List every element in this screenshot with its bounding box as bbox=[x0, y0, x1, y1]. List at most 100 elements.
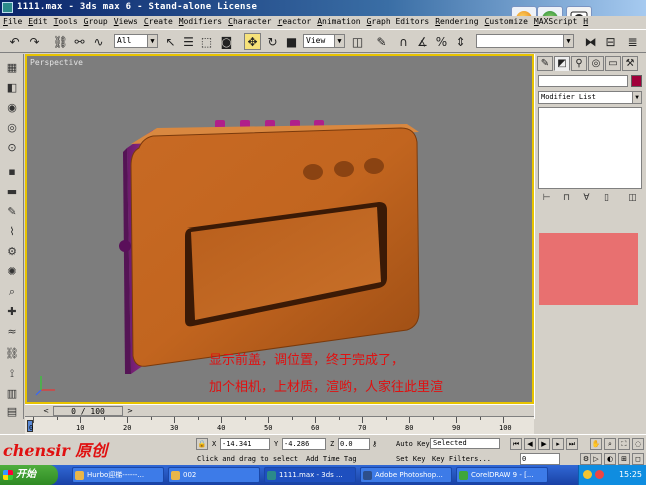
taskbar-item[interactable]: Hurbo迎梯------... bbox=[72, 467, 164, 483]
menu-reactor[interactable]: reactor bbox=[274, 16, 314, 29]
next-frame-icon[interactable]: > bbox=[125, 406, 135, 416]
menu-rendering[interactable]: Rendering bbox=[432, 16, 481, 29]
current-frame-field[interactable]: 0 bbox=[520, 453, 560, 465]
light-icon[interactable]: ✺ bbox=[3, 264, 21, 279]
taskbar-item[interactable]: 002 bbox=[168, 467, 260, 483]
menu-character[interactable]: Character bbox=[225, 16, 274, 29]
gear-icon[interactable]: ⚙ bbox=[3, 244, 21, 259]
time-slider[interactable]: < 0 / 100 > bbox=[25, 404, 534, 416]
plane-icon[interactable]: ▬ bbox=[3, 184, 21, 199]
cylinder-icon[interactable]: ◎ bbox=[3, 120, 21, 135]
select-and-link-icon[interactable]: ⛓ bbox=[52, 33, 69, 50]
spline-icon[interactable]: ⌇ bbox=[3, 224, 21, 239]
hierarchy-tab-icon[interactable]: ⚲ bbox=[571, 56, 587, 71]
region-zoom-icon[interactable]: ⊞ bbox=[618, 453, 630, 465]
maximize-viewport-icon[interactable]: ◻ bbox=[632, 453, 644, 465]
auto-key-button[interactable]: Auto Key bbox=[396, 440, 430, 448]
window-crossing-icon[interactable]: ◙ bbox=[218, 33, 235, 50]
select-by-name-icon[interactable]: ☰ bbox=[180, 33, 197, 50]
zoom-icon[interactable]: ⌕ bbox=[604, 438, 616, 450]
pencil-icon[interactable]: ✎ bbox=[3, 204, 21, 219]
shapes-icon[interactable]: ▪ bbox=[3, 164, 21, 179]
selection-filter-dropdown[interactable]: All ▼ bbox=[114, 34, 158, 48]
undo-icon[interactable]: ↶ bbox=[6, 33, 23, 50]
select-and-scale-icon[interactable]: ■ bbox=[283, 33, 300, 50]
align-icon[interactable]: ⊟ bbox=[602, 33, 619, 50]
select-and-move-icon[interactable]: ✥ bbox=[244, 33, 261, 50]
perspective-viewport[interactable]: Perspective 显示前盖，调位置，终于完成了， 加个相机，上材质，渲哟，… bbox=[25, 54, 534, 404]
display-tab-icon[interactable]: ▭ bbox=[605, 56, 621, 71]
go-to-end-icon[interactable]: ⏭ bbox=[566, 438, 578, 450]
layer-manager-icon[interactable]: ≣ bbox=[624, 33, 641, 50]
menu-group[interactable]: Group bbox=[81, 16, 111, 29]
box-icon[interactable]: ◧ bbox=[3, 80, 21, 95]
key-filters-button[interactable]: Key Filters... bbox=[432, 455, 491, 463]
object-name-field[interactable] bbox=[538, 75, 628, 87]
utility-icon[interactable]: ▤ bbox=[3, 404, 21, 419]
previous-frame-icon[interactable]: < bbox=[41, 406, 51, 416]
go-to-start-icon[interactable]: ⏮ bbox=[510, 438, 522, 450]
motion-tab-icon[interactable]: ◎ bbox=[588, 56, 604, 71]
select-and-manipulate-icon[interactable]: ✎ bbox=[373, 33, 390, 50]
bone-icon[interactable]: ⟟ bbox=[3, 366, 21, 381]
spacewarp-icon[interactable]: ≈ bbox=[3, 324, 21, 339]
orbit-icon[interactable]: ◐ bbox=[604, 453, 616, 465]
utilities-tab-icon[interactable]: ⚒ bbox=[622, 56, 638, 71]
menu-views[interactable]: Views bbox=[111, 16, 141, 29]
modifier-stack[interactable] bbox=[538, 107, 642, 189]
unlink-icon[interactable]: ⚯ bbox=[71, 33, 88, 50]
spinner-snap-icon[interactable]: ⇕ bbox=[452, 33, 469, 50]
set-key-button[interactable]: Set Key bbox=[396, 455, 426, 463]
taskbar-item[interactable]: 1111.max - 3ds ... bbox=[264, 467, 356, 483]
menu-edit[interactable]: Edit bbox=[25, 16, 50, 29]
systems-icon[interactable]: ▥ bbox=[3, 386, 21, 401]
tray-icon[interactable] bbox=[583, 470, 592, 479]
pivot-center-icon[interactable]: ◫ bbox=[349, 33, 366, 50]
tray-icon[interactable] bbox=[595, 470, 604, 479]
menu-maxscript[interactable]: MAXScript bbox=[531, 16, 580, 29]
menu-modifiers[interactable]: Modifiers bbox=[176, 16, 225, 29]
time-slider-thumb[interactable]: 0 / 100 bbox=[53, 406, 123, 416]
track-bar[interactable]: 0 10 20 30 40 50 60 70 80 90 100 bbox=[25, 416, 534, 434]
make-unique-icon[interactable]: ∀ bbox=[580, 192, 593, 205]
configure-modifier-sets-icon[interactable]: ◫ bbox=[626, 192, 639, 205]
menu-graph-editors[interactable]: Graph Editors bbox=[364, 16, 433, 29]
helpers-icon[interactable]: ✚ bbox=[3, 304, 21, 319]
modify-tab-icon[interactable]: ◩ bbox=[554, 56, 570, 71]
arc-rotate-icon[interactable]: ◌ bbox=[632, 438, 644, 450]
snap-toggle-icon[interactable]: ∩ bbox=[395, 33, 412, 50]
mirror-icon[interactable]: ⧓ bbox=[582, 33, 599, 50]
show-end-result-icon[interactable]: ⊓ bbox=[560, 192, 573, 205]
pan-icon[interactable]: ✋ bbox=[590, 438, 602, 450]
select-object-icon[interactable]: ↖ bbox=[162, 33, 179, 50]
start-button[interactable]: 开始 bbox=[0, 465, 58, 485]
camera-icon[interactable]: ⌕ bbox=[3, 284, 21, 299]
menu-customize[interactable]: Customize bbox=[482, 16, 531, 29]
menu-file[interactable]: File bbox=[0, 16, 25, 29]
rectangular-selection-icon[interactable]: ⬚ bbox=[198, 33, 215, 50]
sphere-icon[interactable]: ◉ bbox=[3, 100, 21, 115]
reference-coord-dropdown[interactable]: View ▼ bbox=[303, 34, 345, 48]
bind-space-warp-icon[interactable]: ∿ bbox=[90, 33, 107, 50]
angle-snap-icon[interactable]: ∡ bbox=[414, 33, 431, 50]
y-coordinate-field[interactable]: -4.286 bbox=[282, 438, 326, 450]
x-coordinate-field[interactable]: -14.341 bbox=[220, 438, 270, 450]
geometry-tab-icon[interactable]: ▦ bbox=[3, 60, 21, 75]
remove-modifier-icon[interactable]: ▯ bbox=[600, 192, 613, 205]
menu-help[interactable]: H bbox=[580, 16, 591, 29]
taskbar-item[interactable]: CorelDRAW 9 - [... bbox=[456, 467, 548, 483]
percent-snap-icon[interactable]: % bbox=[433, 33, 450, 50]
menu-tools[interactable]: Tools bbox=[51, 16, 81, 29]
field-of-view-icon[interactable]: ▷ bbox=[590, 453, 602, 465]
link-icon[interactable]: ⛓ bbox=[3, 346, 21, 361]
previous-key-icon[interactable]: ◀ bbox=[524, 438, 536, 450]
taskbar-item[interactable]: Adobe Photoshop... bbox=[360, 467, 452, 483]
key-mode-dropdown[interactable]: Selected bbox=[430, 438, 500, 449]
z-coordinate-field[interactable]: 0.0 bbox=[338, 438, 370, 450]
next-key-icon[interactable]: ▸ bbox=[552, 438, 564, 450]
select-and-rotate-icon[interactable]: ↻ bbox=[264, 33, 281, 50]
create-tab-icon[interactable]: ✎ bbox=[537, 56, 553, 71]
menu-create[interactable]: Create bbox=[141, 16, 176, 29]
object-color-swatch[interactable] bbox=[631, 75, 642, 87]
modifier-list-dropdown[interactable]: Modifier List ▼ bbox=[538, 91, 642, 104]
